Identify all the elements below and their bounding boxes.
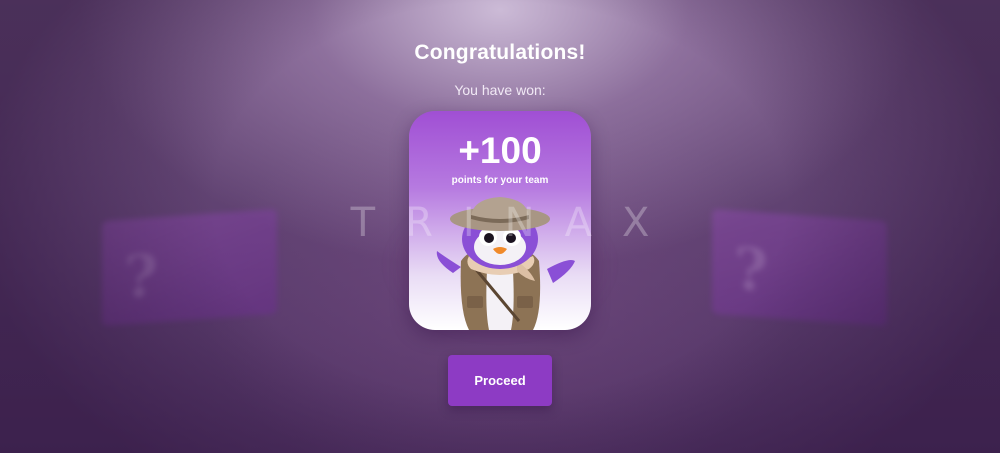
proceed-button[interactable]: Proceed xyxy=(448,355,552,406)
dialog-title: Congratulations! xyxy=(414,41,586,64)
reward-screen: ? ? Congratulations! You have won: +100 … xyxy=(0,0,1000,453)
dialog-subtitle: You have won: xyxy=(454,82,546,98)
question-mark-icon: ? xyxy=(124,241,158,312)
watermark-logo: TRINAX xyxy=(350,200,680,246)
